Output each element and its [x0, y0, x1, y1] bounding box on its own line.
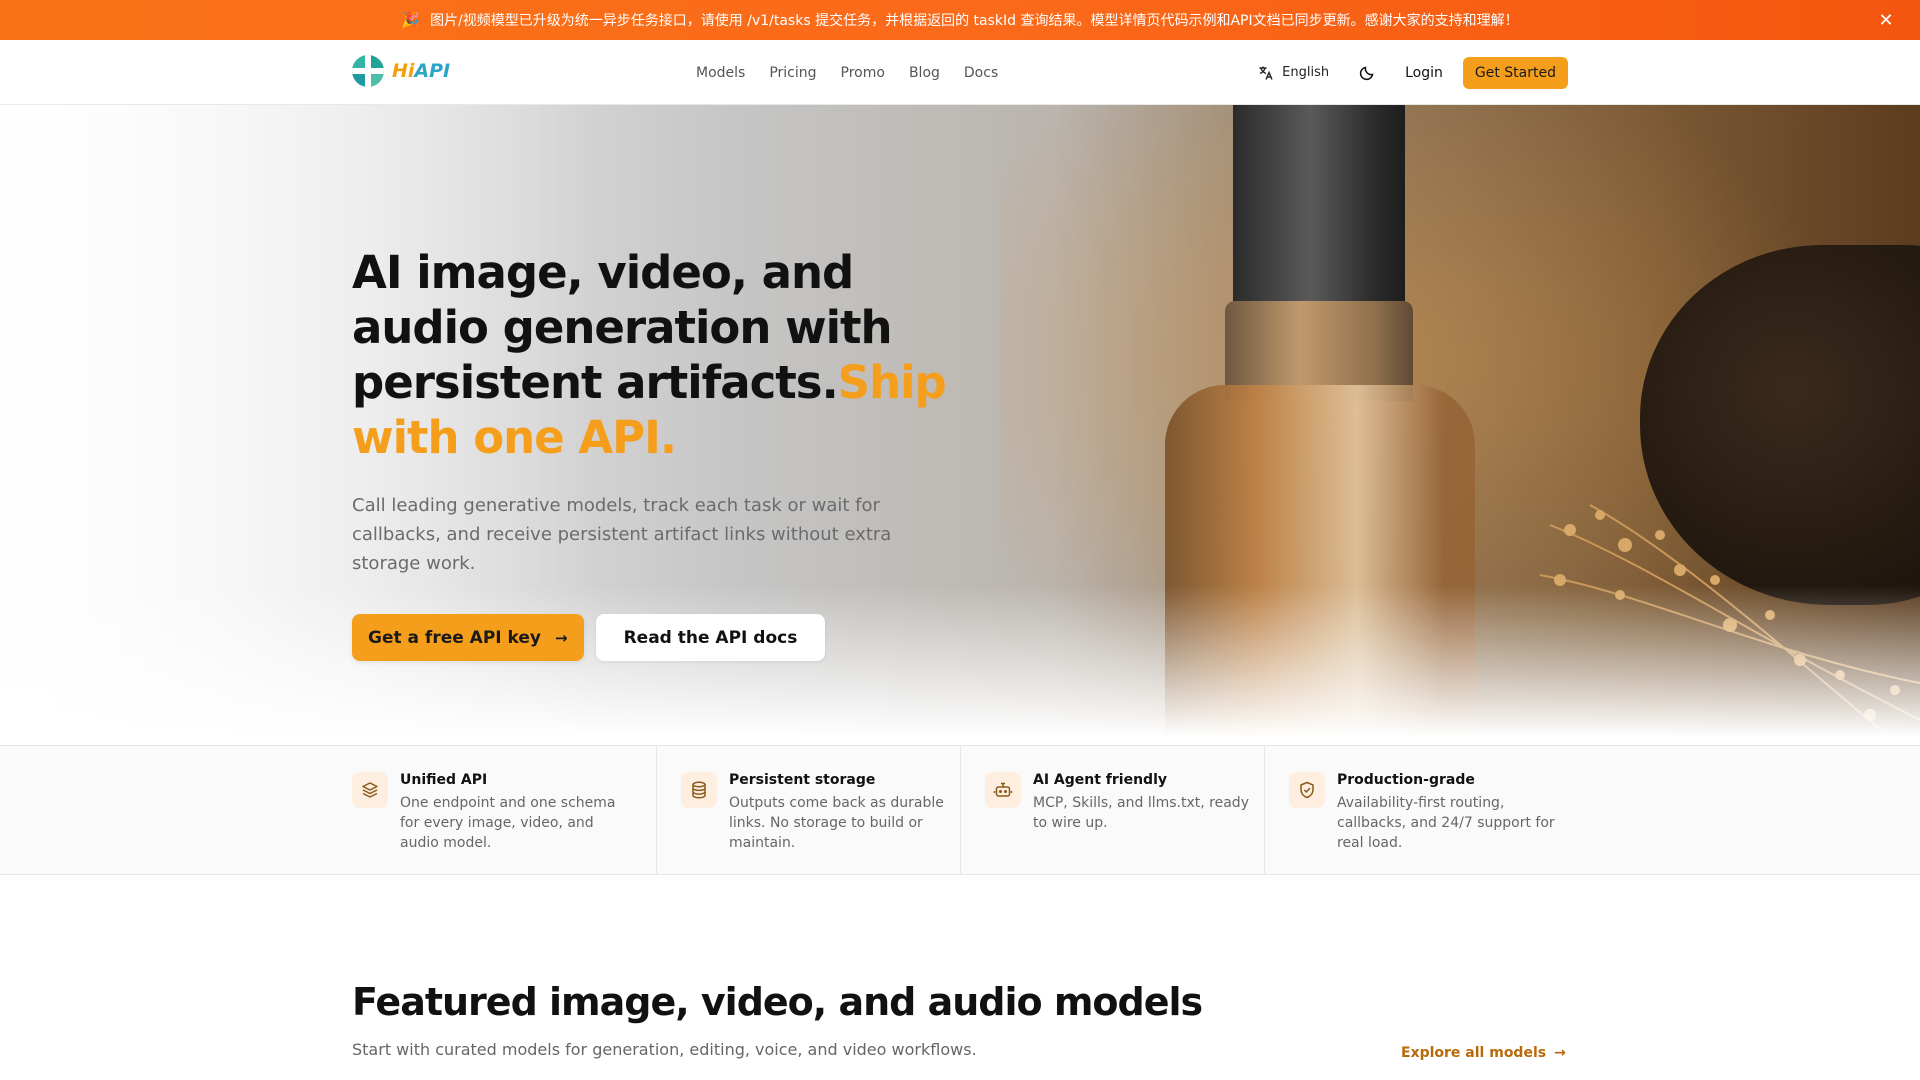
hero-subtitle: Call leading generative models, track ea… [352, 495, 892, 574]
nav-link-pricing[interactable]: Pricing [769, 65, 816, 81]
get-started-button[interactable]: Get Started [1462, 56, 1568, 89]
feature-title: Persistent storage [729, 772, 876, 788]
feature-production-grade: Production-grade Availability-first rout… [1264, 746, 1568, 874]
arrow-right-icon: → [1554, 1045, 1566, 1061]
party-popper-icon: 🎉 [401, 11, 421, 29]
close-icon[interactable]: ✕ [1874, 8, 1898, 32]
top-nav: HiAPI Models Pricing Promo Blog Docs Eng… [0, 40, 1920, 105]
explore-all-models-label: Explore all models [1401, 1045, 1547, 1061]
database-icon [681, 772, 717, 808]
layers-icon [352, 772, 388, 808]
theme-toggle[interactable] [1359, 65, 1375, 81]
language-switcher[interactable]: English [1258, 65, 1329, 81]
login-link[interactable]: Login [1405, 65, 1443, 81]
feature-title: Production-grade [1337, 772, 1475, 788]
announcement-bar: 🎉 图片/视频模型已升级为统一异步任务接口，请使用 /v1/tasks 提交任务… [0, 0, 1920, 40]
hero-title-main: AI image, video, and audio generation wi… [352, 246, 893, 409]
hero-title: AI image, video, and audio generation wi… [352, 245, 972, 465]
logo[interactable]: HiAPI [352, 55, 450, 87]
hero-buttons: Get a free API key → Read the API docs [352, 614, 972, 661]
translate-icon [1259, 66, 1273, 80]
feature-description: Availability-first routing, callbacks, a… [1337, 795, 1555, 851]
nav-link-docs[interactable]: Docs [964, 65, 998, 81]
moon-icon [1359, 66, 1374, 80]
arrow-right-icon: → [555, 628, 568, 647]
feature-ai-agent-friendly: AI Agent friendly MCP, Skills, and llms.… [960, 746, 1264, 874]
bot-icon [985, 772, 1021, 808]
announcement-text: 图片/视频模型已升级为统一异步任务接口，请使用 /v1/tasks 提交任务，并… [430, 13, 1519, 29]
read-api-docs-button[interactable]: Read the API docs [595, 614, 826, 661]
feature-persistent-storage: Persistent storage Outputs come back as … [656, 746, 960, 874]
nav-links: Models Pricing Promo Blog Docs [696, 40, 998, 105]
nav-link-blog[interactable]: Blog [909, 65, 940, 81]
shield-check-icon [1289, 772, 1325, 808]
logo-hi: Hi [392, 60, 415, 82]
feature-description: One endpoint and one schema for every im… [400, 795, 616, 851]
logo-mark-icon [352, 55, 384, 87]
featured-models-title: Featured image, video, and audio models [352, 980, 1203, 1024]
logo-api: API [414, 60, 451, 82]
language-label: English [1282, 65, 1330, 80]
logo-text: HiAPI [392, 60, 450, 82]
explore-all-models-link[interactable]: Explore all models → [1401, 1045, 1566, 1061]
feature-description: Outputs come back as durable links. No s… [729, 795, 944, 851]
featured-models-subtitle: Start with curated models for generation… [352, 1040, 977, 1059]
read-api-docs-label: Read the API docs [623, 627, 798, 648]
hero-content: AI image, video, and audio generation wi… [352, 245, 972, 661]
feature-title: AI Agent friendly [1033, 772, 1168, 788]
hero-section: AI image, video, and audio generation wi… [0, 105, 1920, 745]
get-free-api-key-button[interactable]: Get a free API key → [352, 614, 584, 661]
features-strip: Unified API One endpoint and one schema … [0, 745, 1920, 875]
feature-unified-api: Unified API One endpoint and one schema … [352, 746, 656, 874]
feature-description: MCP, Skills, and llms.txt, ready to wire… [1033, 795, 1249, 831]
bottle-cap [1233, 105, 1405, 305]
feature-title: Unified API [400, 772, 488, 788]
get-free-api-key-label: Get a free API key [368, 627, 541, 648]
nav-actions: English Login Get Started [1258, 40, 1568, 105]
nav-link-promo[interactable]: Promo [841, 65, 885, 81]
nav-link-models[interactable]: Models [696, 65, 745, 81]
